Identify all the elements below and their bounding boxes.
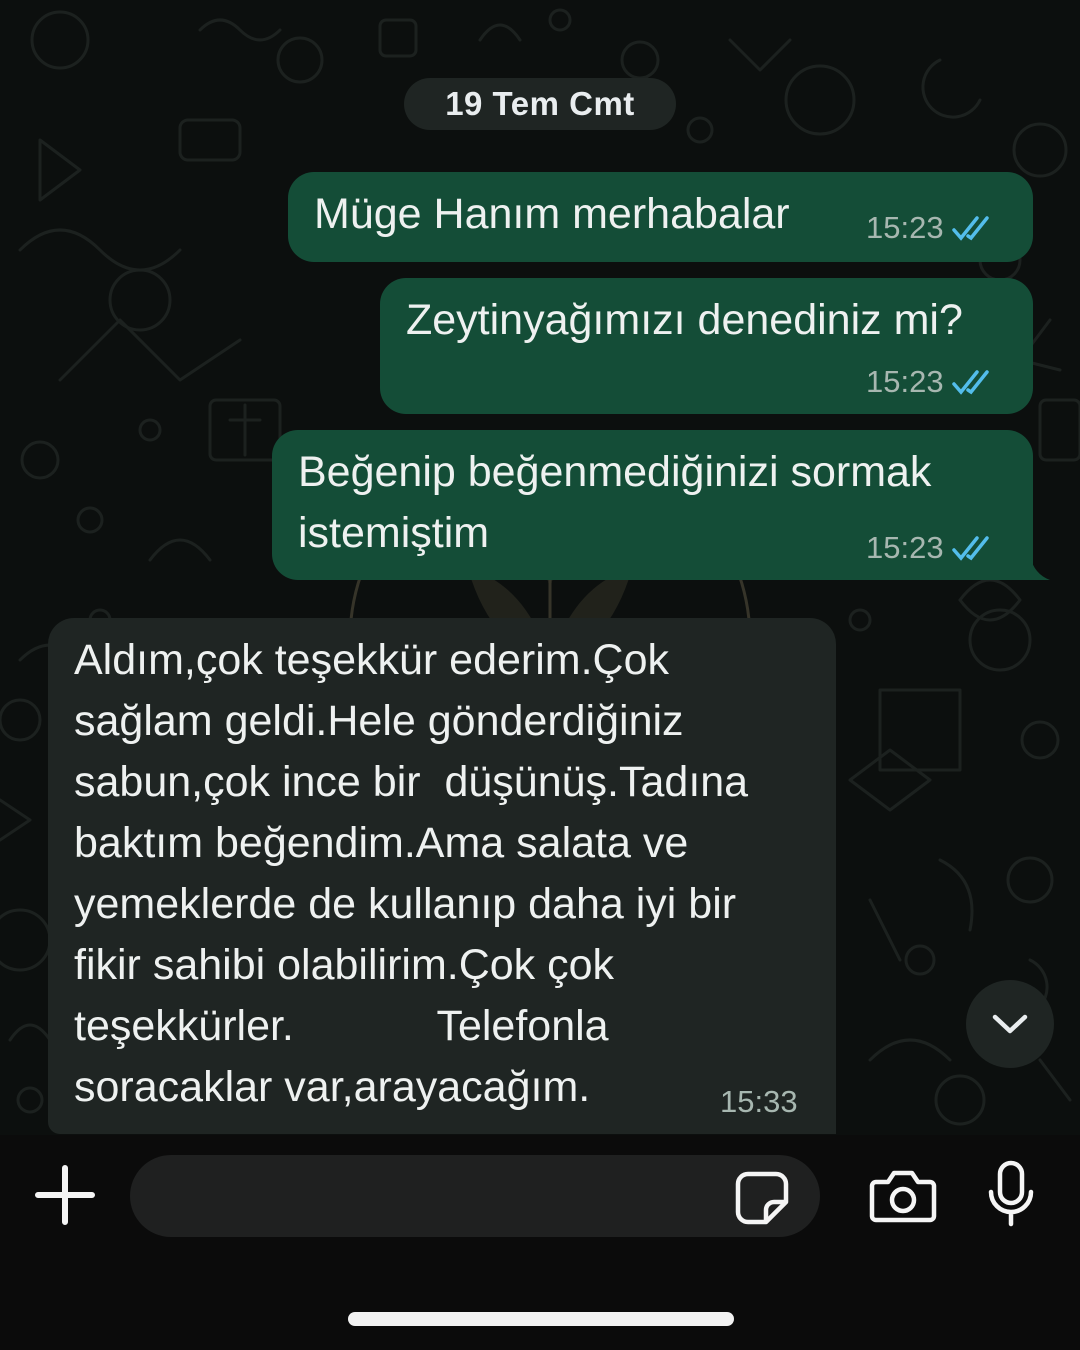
message-time: 15:33	[720, 1084, 798, 1119]
read-receipt-icon	[951, 216, 989, 241]
chevron-down-icon	[992, 1014, 1028, 1034]
incoming-message[interactable]: Aldım,çok teşekkür ederim.Çok sağlam gel…	[48, 618, 836, 1134]
read-receipt-icon	[951, 536, 989, 561]
message-meta: 15:23	[866, 210, 994, 246]
plus-icon[interactable]	[30, 1160, 100, 1230]
microphone-icon[interactable]	[985, 1160, 1037, 1228]
message-meta: 15:33	[720, 1084, 798, 1120]
sticker-icon[interactable]	[734, 1170, 790, 1226]
bubble-tail	[1030, 556, 1050, 580]
outgoing-message[interactable]: Zeytinyağımızı denediniz mi? 15:23	[380, 278, 1033, 414]
outgoing-message[interactable]: Müge Hanım merhabalar 15:23	[288, 172, 1033, 262]
message-text: Beğenip beğenmediğinizi sormak istemişti…	[298, 448, 932, 557]
outgoing-message[interactable]: Beğenip beğenmediğinizi sormak istemişti…	[272, 430, 1033, 580]
message-meta: 15:23	[866, 364, 994, 400]
home-indicator[interactable]	[348, 1312, 734, 1326]
message-input-box[interactable]	[130, 1155, 820, 1237]
message-text: Müge Hanım merhabalar	[314, 190, 790, 238]
message-time: 15:23	[866, 364, 944, 399]
camera-icon[interactable]	[868, 1168, 938, 1224]
date-separator: 19 Tem Cmt	[404, 78, 676, 130]
message-meta: 15:23	[866, 530, 994, 566]
message-time: 15:23	[866, 210, 944, 245]
message-text: Zeytinyağımızı denediniz mi?	[406, 296, 963, 344]
message-text: Aldım,çok teşekkür ederim.Çok sağlam gel…	[74, 636, 749, 1111]
scroll-to-bottom-button[interactable]	[966, 980, 1054, 1068]
message-input[interactable]	[160, 1155, 720, 1237]
read-receipt-icon	[951, 370, 989, 395]
message-time: 15:23	[866, 530, 944, 565]
